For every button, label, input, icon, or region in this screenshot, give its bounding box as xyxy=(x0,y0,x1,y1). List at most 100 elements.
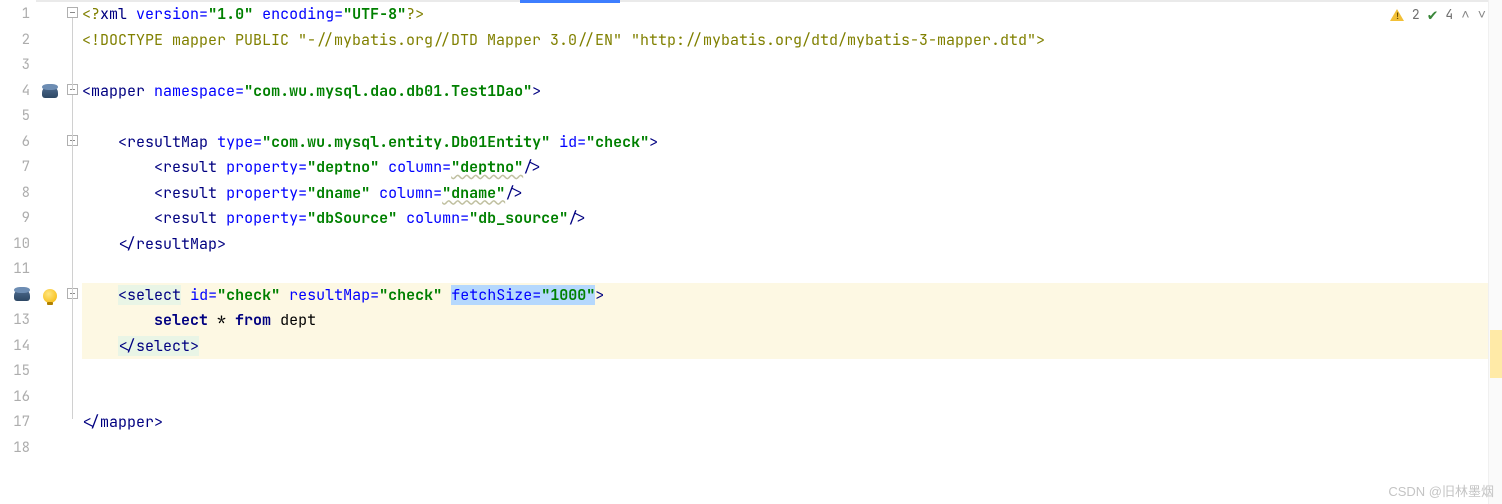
watermark-text: CSDN @旧林墨烟 xyxy=(1388,481,1494,500)
attr-value: "dbSource" xyxy=(307,208,397,228)
tag-name: mapper xyxy=(91,81,145,101)
code-line-highlighted[interactable]: <select id="check" resultMap="check" fet… xyxy=(82,283,1502,309)
attr-name: column xyxy=(388,157,442,177)
line-number[interactable]: 16 xyxy=(0,385,30,411)
line-number[interactable]: 6 xyxy=(0,130,30,156)
fold-end-marker xyxy=(64,421,75,432)
line-number[interactable]: 18 xyxy=(0,436,30,462)
code-line[interactable]: <result property="deptno" column="deptno… xyxy=(82,155,1502,181)
attr-value: "check" xyxy=(217,285,280,305)
attr-value-selected: "1000" xyxy=(541,285,595,305)
attr-value: "check" xyxy=(379,285,442,305)
attr-value: "deptno" xyxy=(451,157,523,177)
lightbulb-icon[interactable] xyxy=(40,284,60,304)
fold-end-marker xyxy=(64,243,75,254)
code-line[interactable]: <mapper namespace="com.wu.mysql.dao.db01… xyxy=(82,79,1502,105)
fold-toggle[interactable] xyxy=(67,7,78,18)
fold-line xyxy=(72,95,73,419)
attr-name: id xyxy=(190,285,208,305)
code-line[interactable]: <resultMap type="com.wu.mysql.entity.Db0… xyxy=(82,130,1502,156)
code-editor: 1 2 3 4 5 6 7 8 9 10 11 12 13 14 15 16 1… xyxy=(0,0,1502,504)
code-line[interactable] xyxy=(82,359,1502,385)
line-number[interactable]: 2 xyxy=(0,28,30,54)
line-number[interactable]: 1 xyxy=(0,2,30,28)
warning-marker[interactable] xyxy=(1490,330,1502,378)
code-line[interactable]: <!DOCTYPE mapper PUBLIC "-//mybatis.org/… xyxy=(82,28,1502,54)
error-stripe[interactable] xyxy=(1488,0,1502,504)
tag-name: result xyxy=(163,208,217,228)
attr-name: column xyxy=(379,183,433,203)
code-line-highlighted[interactable]: </select> xyxy=(82,334,1502,360)
attr-name: resultMap xyxy=(289,285,370,305)
tag-name: result xyxy=(163,157,217,177)
line-number[interactable]: 10 xyxy=(0,232,30,258)
next-highlight-icon[interactable]: ˅ xyxy=(1478,6,1486,24)
database-icon[interactable] xyxy=(12,283,32,303)
code-line[interactable] xyxy=(82,436,1502,462)
warning-count: 2 xyxy=(1412,6,1420,23)
warning-icon[interactable] xyxy=(1390,9,1404,21)
code-line-highlighted[interactable]: select * from dept xyxy=(82,308,1502,334)
attr-name: encoding xyxy=(262,4,334,24)
sql-keyword: from xyxy=(235,310,271,330)
attr-name: property xyxy=(226,157,298,177)
code-line[interactable] xyxy=(82,385,1502,411)
line-number[interactable]: 3 xyxy=(0,53,30,79)
tag-name: resultMap xyxy=(136,234,217,254)
code-line[interactable] xyxy=(82,53,1502,79)
line-number[interactable]: 14 xyxy=(0,334,30,360)
attr-name: property xyxy=(226,183,298,203)
doctype-text: <!DOCTYPE mapper PUBLIC "-//mybatis.org/… xyxy=(82,30,1045,50)
check-icon[interactable]: ✔ xyxy=(1428,4,1438,25)
tag-name: select xyxy=(127,285,181,305)
code-line[interactable] xyxy=(82,104,1502,130)
prev-highlight-icon[interactable]: ˄ xyxy=(1461,6,1469,24)
gutter-icon-column xyxy=(36,0,64,504)
attr-value: "com.wu.mysql.dao.db01.Test1Dao" xyxy=(244,81,532,101)
line-number[interactable]: 15 xyxy=(0,359,30,385)
attr-name-selected: fetchSize xyxy=(451,285,532,305)
pass-count: 4 xyxy=(1445,6,1453,23)
tag-name: select xyxy=(136,336,190,356)
tag-name: mapper xyxy=(100,412,154,432)
line-number[interactable]: 17 xyxy=(0,410,30,436)
inspection-status-bar[interactable]: 2 ✔ 4 ˄ ˅ xyxy=(1390,4,1486,25)
attr-value: "check" xyxy=(586,132,649,152)
code-line[interactable]: </mapper> xyxy=(82,410,1502,436)
line-number[interactable]: 11 xyxy=(0,257,30,283)
database-icon[interactable] xyxy=(40,80,60,100)
attr-value: "1.0" xyxy=(208,4,253,24)
code-line[interactable]: <?xml version="1.0" encoding="UTF-8"?> xyxy=(82,2,1502,28)
code-line[interactable]: </resultMap> xyxy=(82,232,1502,258)
attr-name: version xyxy=(136,4,199,24)
code-line[interactable] xyxy=(82,257,1502,283)
attr-name: type xyxy=(217,132,253,152)
sql-table: dept xyxy=(271,310,316,330)
attr-value: "deptno" xyxy=(307,157,379,177)
attr-name: property xyxy=(226,208,298,228)
line-number[interactable]: 5 xyxy=(0,104,30,130)
line-number[interactable]: 8 xyxy=(0,181,30,207)
attr-value: "dname" xyxy=(442,183,505,203)
code-content[interactable]: <?xml version="1.0" encoding="UTF-8"?> <… xyxy=(82,0,1502,504)
attr-value: "UTF-8" xyxy=(343,4,406,24)
attr-value: "com.wu.mysql.entity.Db01Entity" xyxy=(262,132,550,152)
attr-value: "db_source" xyxy=(469,208,568,228)
sql-keyword: select xyxy=(154,310,208,330)
fold-end-marker xyxy=(64,345,75,356)
attr-value: "dname" xyxy=(307,183,370,203)
fold-line xyxy=(72,18,73,90)
attr-name: column xyxy=(406,208,460,228)
line-number[interactable]: 7 xyxy=(0,155,30,181)
tag-name: resultMap xyxy=(127,132,208,152)
line-number[interactable]: 9 xyxy=(0,206,30,232)
fold-gutter xyxy=(64,0,82,504)
line-number[interactable]: 4 xyxy=(0,79,30,105)
line-number-gutter[interactable]: 1 2 3 4 5 6 7 8 9 10 11 12 13 14 15 16 1… xyxy=(0,0,36,504)
code-line[interactable]: <result property="dbSource" column="db_s… xyxy=(82,206,1502,232)
code-line[interactable]: <result property="dname" column="dname"/… xyxy=(82,181,1502,207)
sql-text: * xyxy=(208,310,235,330)
line-number[interactable]: 13 xyxy=(0,308,30,334)
attr-name: namespace xyxy=(154,81,235,101)
tag-name: result xyxy=(163,183,217,203)
